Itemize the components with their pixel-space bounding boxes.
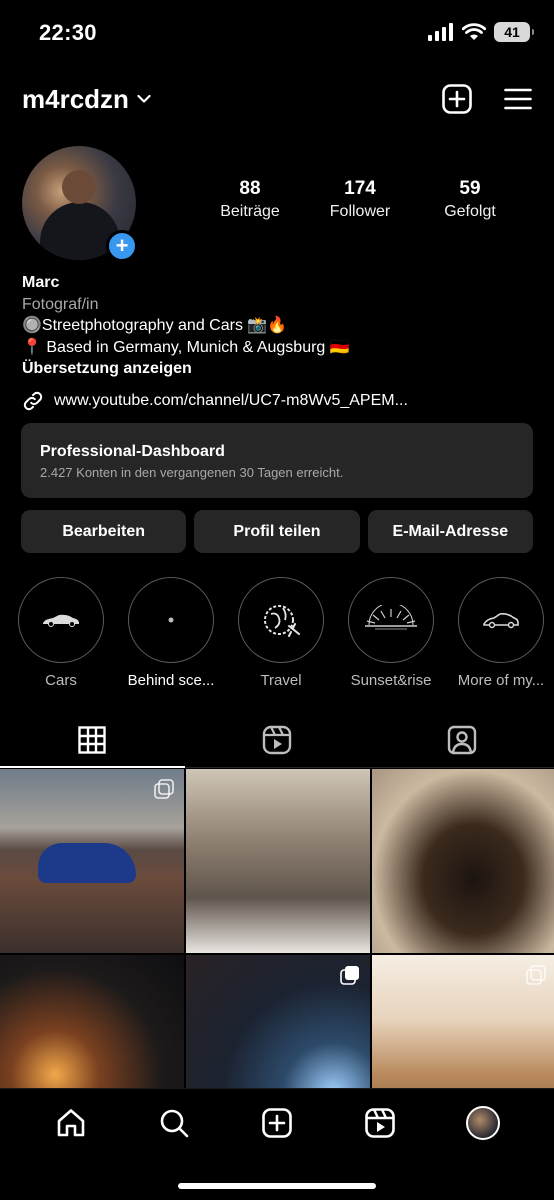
menu-icon[interactable] (504, 88, 532, 110)
tab-reels[interactable] (185, 712, 370, 767)
email-button[interactable]: E-Mail-Adresse (367, 510, 533, 553)
post-thumbnail[interactable] (186, 769, 370, 953)
highlight-behind-scenes[interactable]: Behind sce... (128, 577, 214, 689)
create-icon (262, 1108, 292, 1138)
car-outline-icon (458, 577, 544, 663)
link-icon (23, 391, 43, 411)
stat-label: Beiträge (220, 203, 280, 220)
account-switcher[interactable]: m4rcdzn (22, 84, 151, 115)
link-text: www.youtube.com/channel/UC7-m8Wv5_APEM..… (54, 392, 408, 409)
profile-bio: Marc Fotograf/in 🔘Streetphotography and … (22, 272, 532, 380)
highlight-label: Cars (45, 672, 77, 689)
stat-value: 59 (459, 178, 481, 199)
car-icon (18, 577, 104, 663)
status-bar: 22:30 41 (0, 0, 554, 66)
bottom-navigation (0, 1088, 554, 1200)
battery-indicator: 41 (494, 22, 534, 42)
home-indicator (178, 1183, 376, 1189)
profile-link[interactable]: www.youtube.com/channel/UC7-m8Wv5_APEM..… (22, 390, 532, 412)
tab-tagged[interactable] (369, 712, 554, 767)
status-icons: 41 (428, 22, 534, 42)
highlight-more[interactable]: More of my... (458, 577, 544, 689)
stat-followers[interactable]: 174 Follower (310, 178, 410, 221)
posts-grid (0, 769, 554, 1139)
profile-actions: Bearbeiten Profil teilen E-Mail-Adresse (21, 510, 533, 553)
create-post-icon[interactable] (442, 84, 472, 114)
username: m4rcdzn (22, 83, 129, 114)
post-thumbnail[interactable] (372, 769, 554, 953)
grid-icon (78, 725, 107, 754)
multiple-images-icon (340, 966, 359, 985)
highlight-cars[interactable]: Cars (18, 577, 104, 689)
stat-posts[interactable]: 88 Beiträge (200, 178, 300, 221)
highlight-label: Sunset&rise (350, 672, 432, 689)
globe-plane-icon (238, 577, 324, 663)
nav-create[interactable] (257, 1103, 297, 1143)
translate-link[interactable]: Übersetzung anzeigen (22, 358, 532, 380)
post-thumbnail[interactable] (0, 769, 184, 953)
multiple-images-icon (154, 779, 174, 799)
nav-search[interactable] (154, 1103, 194, 1143)
nav-home[interactable] (51, 1103, 91, 1143)
search-icon (160, 1109, 189, 1138)
highlight-travel[interactable]: Travel (238, 577, 324, 689)
add-story-icon[interactable]: + (106, 230, 138, 262)
status-time: 22:30 (39, 20, 97, 45)
chevron-down-icon (137, 94, 151, 103)
dashboard-subtitle: 2.427 Konten in den vergangenen 30 Tagen… (40, 465, 344, 480)
profile-category: Fotograf/in (22, 295, 99, 313)
nav-profile[interactable] (463, 1103, 503, 1143)
signal-icon (428, 23, 453, 41)
profile-stats: 88 Beiträge 174 Follower 59 Gefolgt (200, 178, 520, 221)
home-icon (58, 1109, 85, 1137)
highlight-sunsetrise[interactable]: Sunset&rise (348, 577, 434, 689)
profile-avatar (465, 1106, 500, 1140)
highlight-label: More of my... (457, 672, 545, 689)
stat-value: 174 (344, 178, 376, 199)
stat-label: Follower (329, 203, 391, 220)
sunrise-icon (348, 577, 434, 663)
dot-icon (128, 577, 214, 663)
reels-icon (364, 1108, 395, 1138)
bio-line: 📍 Based in Germany, Munich & Augsburg 🇩🇪 (22, 338, 350, 356)
profile-avatar[interactable]: + (22, 146, 138, 262)
bio-line: 🔘Streetphotography and Cars 📸🔥 (22, 317, 288, 334)
nav-reels[interactable] (360, 1103, 400, 1143)
wifi-icon (462, 23, 486, 40)
highlight-label: Behind sce... (127, 672, 215, 689)
story-highlights: Cars Behind sce... Travel Sunset&rise Mo… (18, 577, 554, 689)
reels-icon (262, 725, 292, 754)
tab-posts[interactable] (0, 712, 185, 768)
profile-header: m4rcdzn (22, 76, 532, 122)
profile-tabs (0, 712, 554, 768)
professional-dashboard[interactable]: Professional-Dashboard 2.427 Konten in d… (21, 423, 533, 498)
stat-value: 88 (239, 178, 261, 199)
stat-label: Gefolgt (444, 203, 496, 220)
tagged-icon (447, 725, 476, 754)
stat-following[interactable]: 59 Gefolgt (420, 178, 520, 221)
profile-name: Marc (22, 274, 60, 291)
share-profile-button[interactable]: Profil teilen (194, 510, 360, 553)
dashboard-title: Professional-Dashboard (40, 443, 225, 460)
highlight-label: Travel (260, 672, 302, 689)
edit-profile-button[interactable]: Bearbeiten (21, 510, 187, 553)
multiple-images-icon (526, 965, 546, 985)
